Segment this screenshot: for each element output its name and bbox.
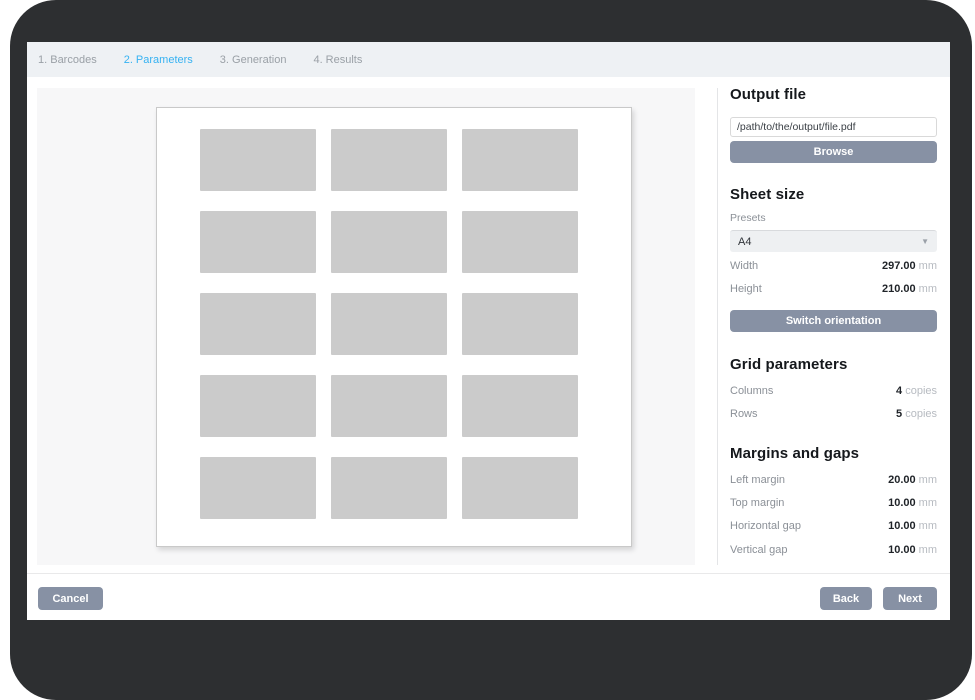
tab-results[interactable]: 4. Results <box>313 54 362 66</box>
barcode-placeholder <box>462 457 578 519</box>
presets-select[interactable]: A4 ▼ <box>730 230 937 252</box>
sheet-preview-panel <box>37 88 695 565</box>
rows-row: Rows 5 copies <box>730 408 937 422</box>
rows-unit: copies <box>905 408 937 420</box>
cancel-button[interactable]: Cancel <box>38 587 103 610</box>
barcode-placeholder <box>331 293 447 355</box>
vertical-gap-label: Vertical gap <box>730 544 787 556</box>
app-window: 1. Barcodes 2. Parameters 3. Generation … <box>27 42 950 620</box>
barcode-placeholder <box>200 457 316 519</box>
barcode-placeholder <box>331 375 447 437</box>
barcode-placeholder <box>200 375 316 437</box>
barcode-placeholder <box>200 211 316 273</box>
vertical-gap-unit: mm <box>919 544 937 556</box>
columns-row: Columns 4 copies <box>730 385 937 399</box>
browse-button[interactable]: Browse <box>730 141 937 163</box>
back-button[interactable]: Back <box>820 587 872 610</box>
top-margin-label: Top margin <box>730 497 784 509</box>
settings-panel: Output file Browse Sheet size Presets A4… <box>730 42 937 573</box>
panel-divider <box>717 88 718 565</box>
horizontal-gap-label: Horizontal gap <box>730 520 801 532</box>
presets-label: Presets <box>730 212 937 224</box>
rows-value[interactable]: 5 <box>896 408 902 420</box>
horizontal-gap-unit: mm <box>919 520 937 532</box>
chevron-down-icon: ▼ <box>921 237 929 246</box>
width-label: Width <box>730 260 758 272</box>
barcode-placeholder <box>200 129 316 191</box>
switch-orientation-button[interactable]: Switch orientation <box>730 310 937 332</box>
barcode-placeholder <box>462 293 578 355</box>
vertical-gap-row: Vertical gap 10.00 mm <box>730 544 937 558</box>
barcode-grid <box>200 129 578 519</box>
tab-barcodes[interactable]: 1. Barcodes <box>38 54 97 66</box>
sheet-size-heading: Sheet size <box>730 186 937 203</box>
height-label: Height <box>730 283 762 295</box>
left-margin-label: Left margin <box>730 474 785 486</box>
horizontal-gap-value[interactable]: 10.00 <box>888 520 916 532</box>
top-margin-unit: mm <box>919 497 937 509</box>
margins-heading: Margins and gaps <box>730 445 937 462</box>
height-value[interactable]: 210.00 <box>882 283 916 295</box>
horizontal-gap-row: Horizontal gap 10.00 mm <box>730 520 937 534</box>
height-unit: mm <box>919 283 937 295</box>
left-margin-value[interactable]: 20.00 <box>888 474 916 486</box>
footer-divider <box>27 573 950 574</box>
left-margin-unit: mm <box>919 474 937 486</box>
width-unit: mm <box>919 260 937 272</box>
barcode-placeholder <box>462 211 578 273</box>
barcode-placeholder <box>331 457 447 519</box>
width-value[interactable]: 297.00 <box>882 260 916 272</box>
left-margin-row: Left margin 20.00 mm <box>730 474 937 488</box>
barcode-placeholder <box>462 375 578 437</box>
next-button[interactable]: Next <box>883 587 937 610</box>
barcode-placeholder <box>462 129 578 191</box>
columns-value[interactable]: 4 <box>896 385 902 397</box>
height-row: Height 210.00 mm <box>730 283 937 297</box>
grid-parameters-heading: Grid parameters <box>730 356 937 373</box>
vertical-gap-value[interactable]: 10.00 <box>888 544 916 556</box>
width-row: Width 297.00 mm <box>730 260 937 274</box>
barcode-placeholder <box>331 211 447 273</box>
sheet-preview <box>156 107 632 547</box>
columns-unit: copies <box>905 385 937 397</box>
output-file-input[interactable] <box>730 117 937 137</box>
barcode-placeholder <box>200 293 316 355</box>
barcode-placeholder <box>331 129 447 191</box>
presets-select-value: A4 <box>738 236 751 248</box>
rows-label: Rows <box>730 408 758 420</box>
columns-label: Columns <box>730 385 773 397</box>
tab-parameters[interactable]: 2. Parameters <box>124 54 193 66</box>
top-margin-value[interactable]: 10.00 <box>888 497 916 509</box>
output-file-heading: Output file <box>730 86 937 103</box>
top-margin-row: Top margin 10.00 mm <box>730 497 937 511</box>
tab-generation[interactable]: 3. Generation <box>220 54 287 66</box>
